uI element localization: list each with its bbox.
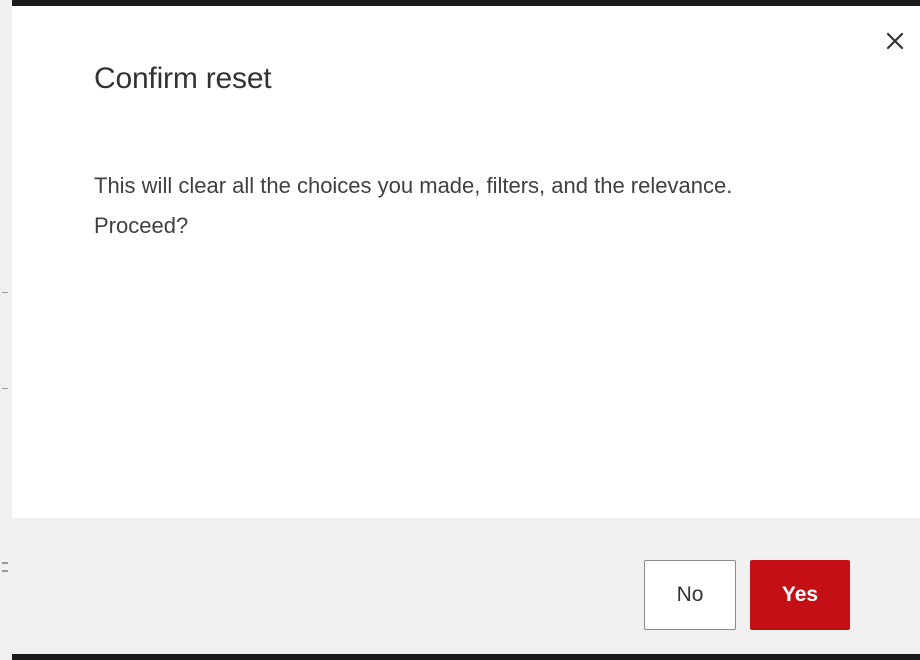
page-backdrop	[0, 0, 12, 660]
confirm-reset-dialog: Confirm reset This will clear all the ch…	[12, 6, 920, 654]
backdrop-divider	[2, 570, 8, 572]
yes-button[interactable]: Yes	[750, 560, 850, 630]
dialog-message: This will clear all the choices you made…	[94, 173, 733, 238]
close-button[interactable]	[880, 26, 910, 56]
backdrop-divider	[2, 562, 8, 564]
dialog-body: Confirm reset This will clear all the ch…	[12, 6, 920, 518]
dialog-footer: No Yes	[12, 518, 920, 654]
close-icon	[886, 32, 904, 50]
screen-frame: Confirm reset This will clear all the ch…	[0, 0, 920, 660]
backdrop-divider	[2, 388, 8, 389]
no-button[interactable]: No	[644, 560, 736, 630]
dialog-title: Confirm reset	[94, 62, 272, 95]
backdrop-divider	[2, 292, 8, 293]
